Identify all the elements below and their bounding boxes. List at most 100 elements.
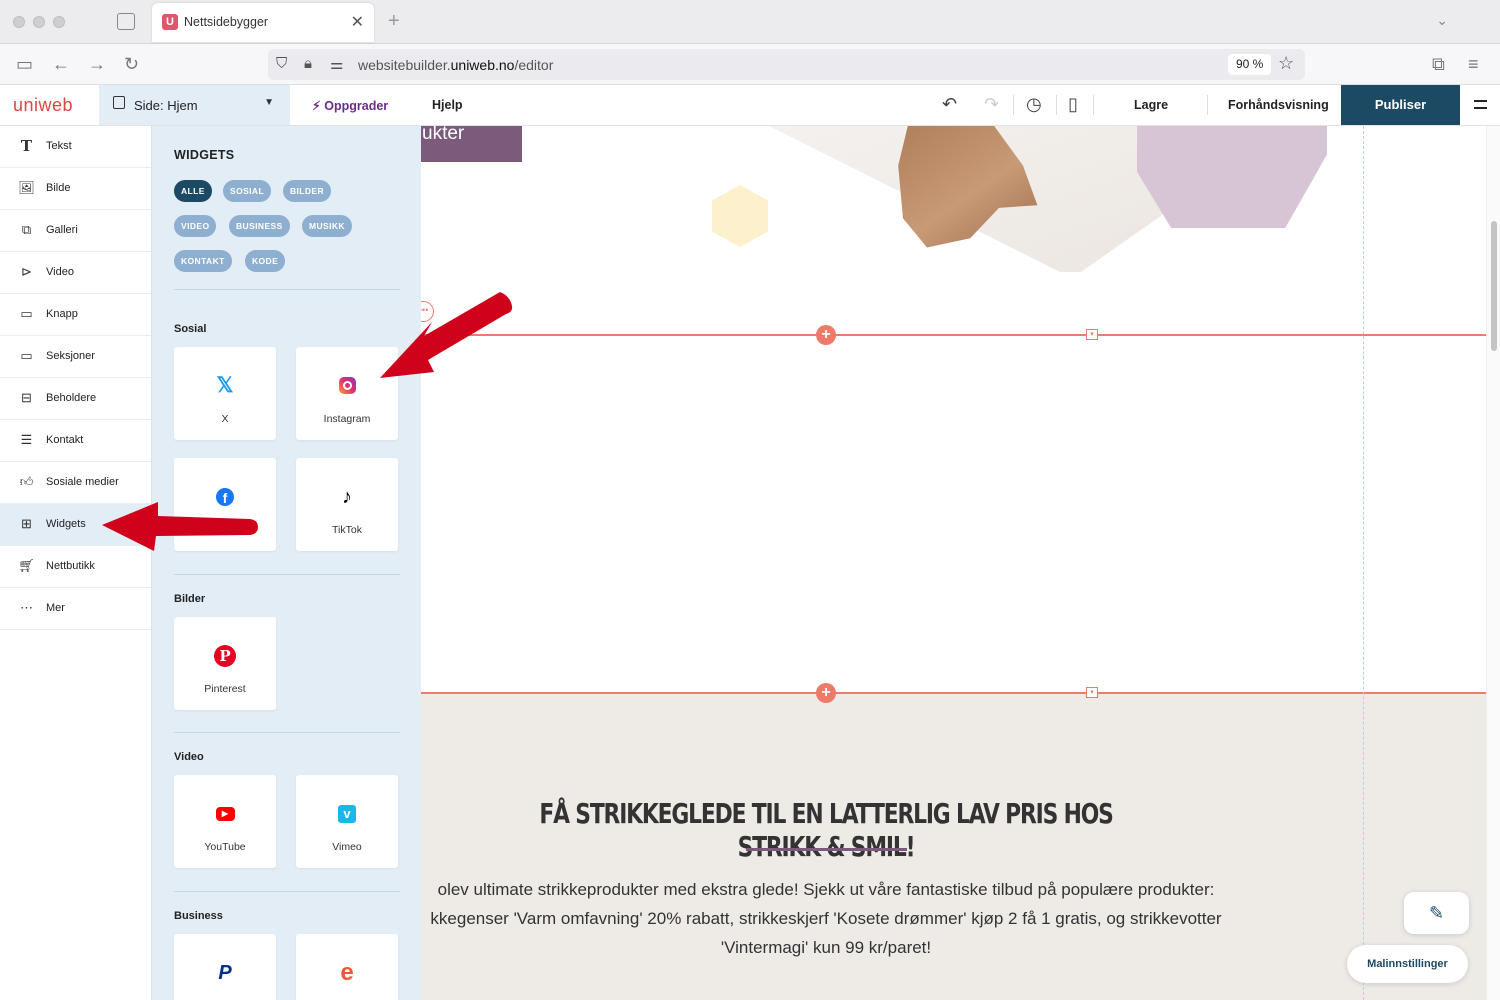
sidebar-item-kontakt[interactable]: ☰ Kontakt: [0, 420, 151, 462]
bookmark-star-icon[interactable]: ☆: [1278, 53, 1294, 74]
forward-icon[interactable]: →: [88, 53, 106, 75]
sidebar-item-label: Widgets: [46, 518, 86, 530]
promo-headline[interactable]: FÅ STRIKKEGLEDE TIL EN LATTERLIG LAV PRI…: [510, 797, 1142, 863]
filter-chip-kode[interactable]: KODE: [245, 250, 286, 272]
shield-icon[interactable]: ⛉: [276, 55, 287, 72]
editor-canvas[interactable]: ukter ••• + ▾ FÅ STRIKKEGLEDE TIL EN LAT…: [421, 126, 1486, 1000]
widget-facebook[interactable]: f: [174, 458, 276, 551]
tab-list-chevron-icon[interactable]: ⌄: [1436, 12, 1448, 29]
widget-tiktok[interactable]: ♪ TikTok: [296, 458, 398, 551]
template-settings-button[interactable]: Malinnstillinger: [1347, 945, 1468, 983]
mobile-view-icon[interactable]: ▯: [1068, 94, 1078, 115]
sidebar-item-mer[interactable]: ⋯ Mer: [0, 588, 151, 630]
sidebar-item-widgets[interactable]: ⊞ Widgets: [0, 504, 151, 546]
widget-label: Instagram: [323, 413, 371, 425]
sidebar-item-sosiale-medier[interactable]: 👍︎ Sosiale medier: [0, 462, 151, 504]
sidebar-toggle-icon[interactable]: ▭: [16, 53, 33, 75]
tab-overview-icon[interactable]: [117, 13, 135, 30]
section-title-video: Video: [174, 751, 204, 763]
upgrade-button[interactable]: ⚡︎ Oppgrader: [312, 98, 388, 113]
back-icon[interactable]: ←: [52, 53, 70, 75]
decor-hexagon-yellow: [712, 185, 768, 247]
browser-tab[interactable]: U Nettsidebygger ✕: [152, 3, 374, 42]
promo-body-text[interactable]: olev ultimate strikkeprodukter med ekstr…: [421, 875, 1261, 962]
widget-pinterest[interactable]: P Pinterest: [174, 617, 276, 710]
toolbar-divider: [1013, 95, 1014, 115]
widget-youtube[interactable]: ▶ YouTube: [174, 775, 276, 868]
hero-button[interactable]: ukter: [421, 126, 522, 162]
url-text[interactable]: websitebuilder.uniweb.no/editor: [358, 57, 553, 73]
add-section-plus-icon[interactable]: +: [816, 325, 836, 345]
window-zoom-button[interactable]: [53, 16, 65, 28]
section-handle-icon[interactable]: ▾: [1086, 687, 1098, 698]
widget-eventbrite[interactable]: e: [296, 934, 398, 1000]
filter-chip-sosial[interactable]: SOSIAL: [223, 180, 272, 202]
sidebar-item-video[interactable]: ⊳ Video: [0, 252, 151, 294]
reload-icon[interactable]: ↻: [124, 53, 139, 75]
button-icon: ▭: [20, 306, 33, 321]
video-icon: ⊳: [21, 264, 32, 279]
section-handle-icon[interactable]: ▾: [1086, 329, 1098, 340]
design-edit-icon[interactable]: ✎: [1404, 892, 1469, 934]
sidebar-item-label: Beholdere: [46, 392, 97, 404]
window-close-button[interactable]: [13, 16, 25, 28]
cart-icon: 🛒︎: [18, 558, 35, 573]
lightning-icon: ⚡︎: [312, 99, 321, 113]
paypal-logo-icon: P: [218, 962, 232, 984]
sidebar-item-beholdere[interactable]: ⊟ Beholdere: [0, 378, 151, 420]
filter-chip-bilder[interactable]: BILDER: [283, 180, 332, 202]
permissions-icon[interactable]: ⚌: [330, 55, 343, 73]
sidebar-item-label: Knapp: [46, 308, 78, 320]
menu-icon[interactable]: [1474, 100, 1487, 109]
lock-icon[interactable]: 🔒︎: [304, 55, 312, 72]
page-selector[interactable]: Side: Hjem ▼: [99, 85, 290, 125]
section-boundary-line: [421, 334, 1486, 336]
address-bar[interactable]: ⛉ 🔒︎ ⚌ websitebuilder.uniweb.no/editor 9…: [268, 49, 1305, 80]
widget-label: TikTok: [332, 524, 362, 536]
sidebar-item-seksjoner[interactable]: ▭ Seksjoner: [0, 336, 151, 378]
row-options-icon[interactable]: •••: [421, 301, 434, 322]
filter-chip-alle[interactable]: ALLE: [174, 180, 212, 202]
new-tab-icon[interactable]: +: [388, 10, 400, 33]
sidebar-item-tekst[interactable]: T Tekst: [0, 126, 151, 168]
widgets-icon: ⊞: [21, 516, 32, 531]
zoom-level[interactable]: 90 %: [1228, 54, 1272, 75]
widget-paypal[interactable]: P: [174, 934, 276, 1000]
filter-chip-video[interactable]: VIDEO: [174, 215, 217, 237]
browser-menu-icon[interactable]: ≡: [1468, 53, 1479, 75]
section-title-sosial: Sosial: [174, 323, 207, 335]
widgets-panel: WIDGETS ALLE SOSIAL BILDER VIDEO BUSINES…: [152, 126, 421, 1000]
toolbar-divider: [1056, 95, 1057, 115]
body-line: olev ultimate strikkeprodukter med ekstr…: [437, 880, 1215, 899]
sidebar-item-nettbutikk[interactable]: 🛒︎ Nettbutikk: [0, 546, 151, 588]
url-domain: uniweb.no: [450, 57, 515, 73]
save-button[interactable]: Lagre: [1134, 98, 1168, 112]
widget-instagram[interactable]: Instagram: [296, 347, 398, 440]
widget-x[interactable]: 𝕏 X: [174, 347, 276, 440]
sidebar-item-bilde[interactable]: 🖼︎ Bilde: [0, 168, 151, 210]
sidebar-item-knapp[interactable]: ▭ Knapp: [0, 294, 151, 336]
widget-vimeo[interactable]: v Vimeo: [296, 775, 398, 868]
filter-chip-kontakt[interactable]: KONTAKT: [174, 250, 232, 272]
publish-button[interactable]: Publiser: [1341, 85, 1460, 125]
window-minimize-button[interactable]: [33, 16, 45, 28]
redo-icon[interactable]: ↷: [984, 94, 999, 115]
canvas-scrollbar[interactable]: [1486, 126, 1500, 1000]
filter-chip-musikk[interactable]: MUSIKK: [302, 215, 352, 237]
promo-section[interactable]: FÅ STRIKKEGLEDE TIL EN LATTERLIG LAV PRI…: [421, 693, 1486, 1000]
undo-icon[interactable]: ↶: [942, 94, 957, 115]
preview-button[interactable]: Forhåndsvisning: [1228, 98, 1329, 112]
scrollbar-thumb[interactable]: [1491, 221, 1497, 351]
add-section-plus-icon[interactable]: +: [816, 683, 836, 703]
toolbar-divider: [1207, 95, 1208, 115]
more-icon: ⋯: [20, 600, 33, 615]
help-button[interactable]: Hjelp: [432, 98, 463, 112]
extensions-icon[interactable]: ⧉: [1432, 53, 1445, 75]
body-line: 'Vintermagi' kun 99 kr/paret!: [720, 938, 932, 957]
sidebar-item-galleri[interactable]: ⧉ Galleri: [0, 210, 151, 252]
facebook-logo-icon: f: [174, 486, 276, 508]
tab-close-icon[interactable]: ✕: [351, 12, 364, 32]
filter-chip-business[interactable]: BUSINESS: [229, 215, 290, 237]
history-icon[interactable]: ◷: [1026, 94, 1042, 115]
page-icon: [113, 96, 125, 109]
